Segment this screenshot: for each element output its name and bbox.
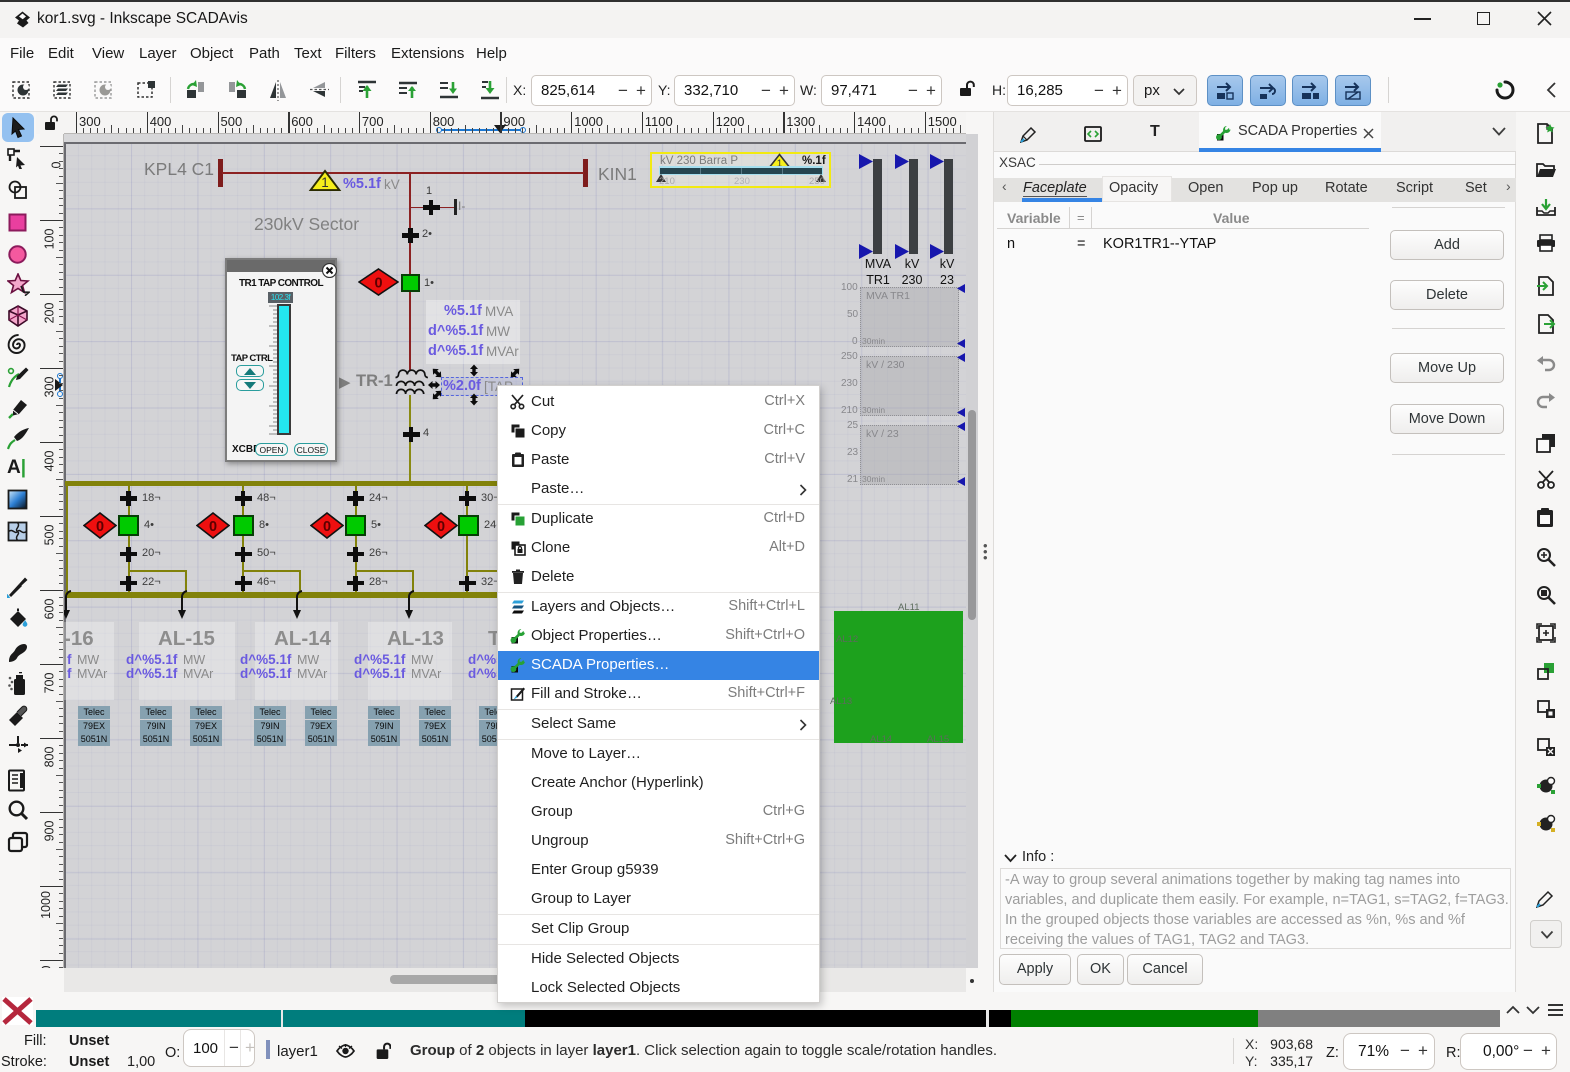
svg-text:0: 0 — [96, 519, 104, 535]
svg-text:0: 0 — [209, 519, 217, 535]
svg-text:0: 0 — [374, 276, 382, 292]
svg-text:0: 0 — [323, 519, 331, 535]
svg-text:1: 1 — [321, 175, 328, 190]
svg-text:0: 0 — [437, 519, 445, 535]
